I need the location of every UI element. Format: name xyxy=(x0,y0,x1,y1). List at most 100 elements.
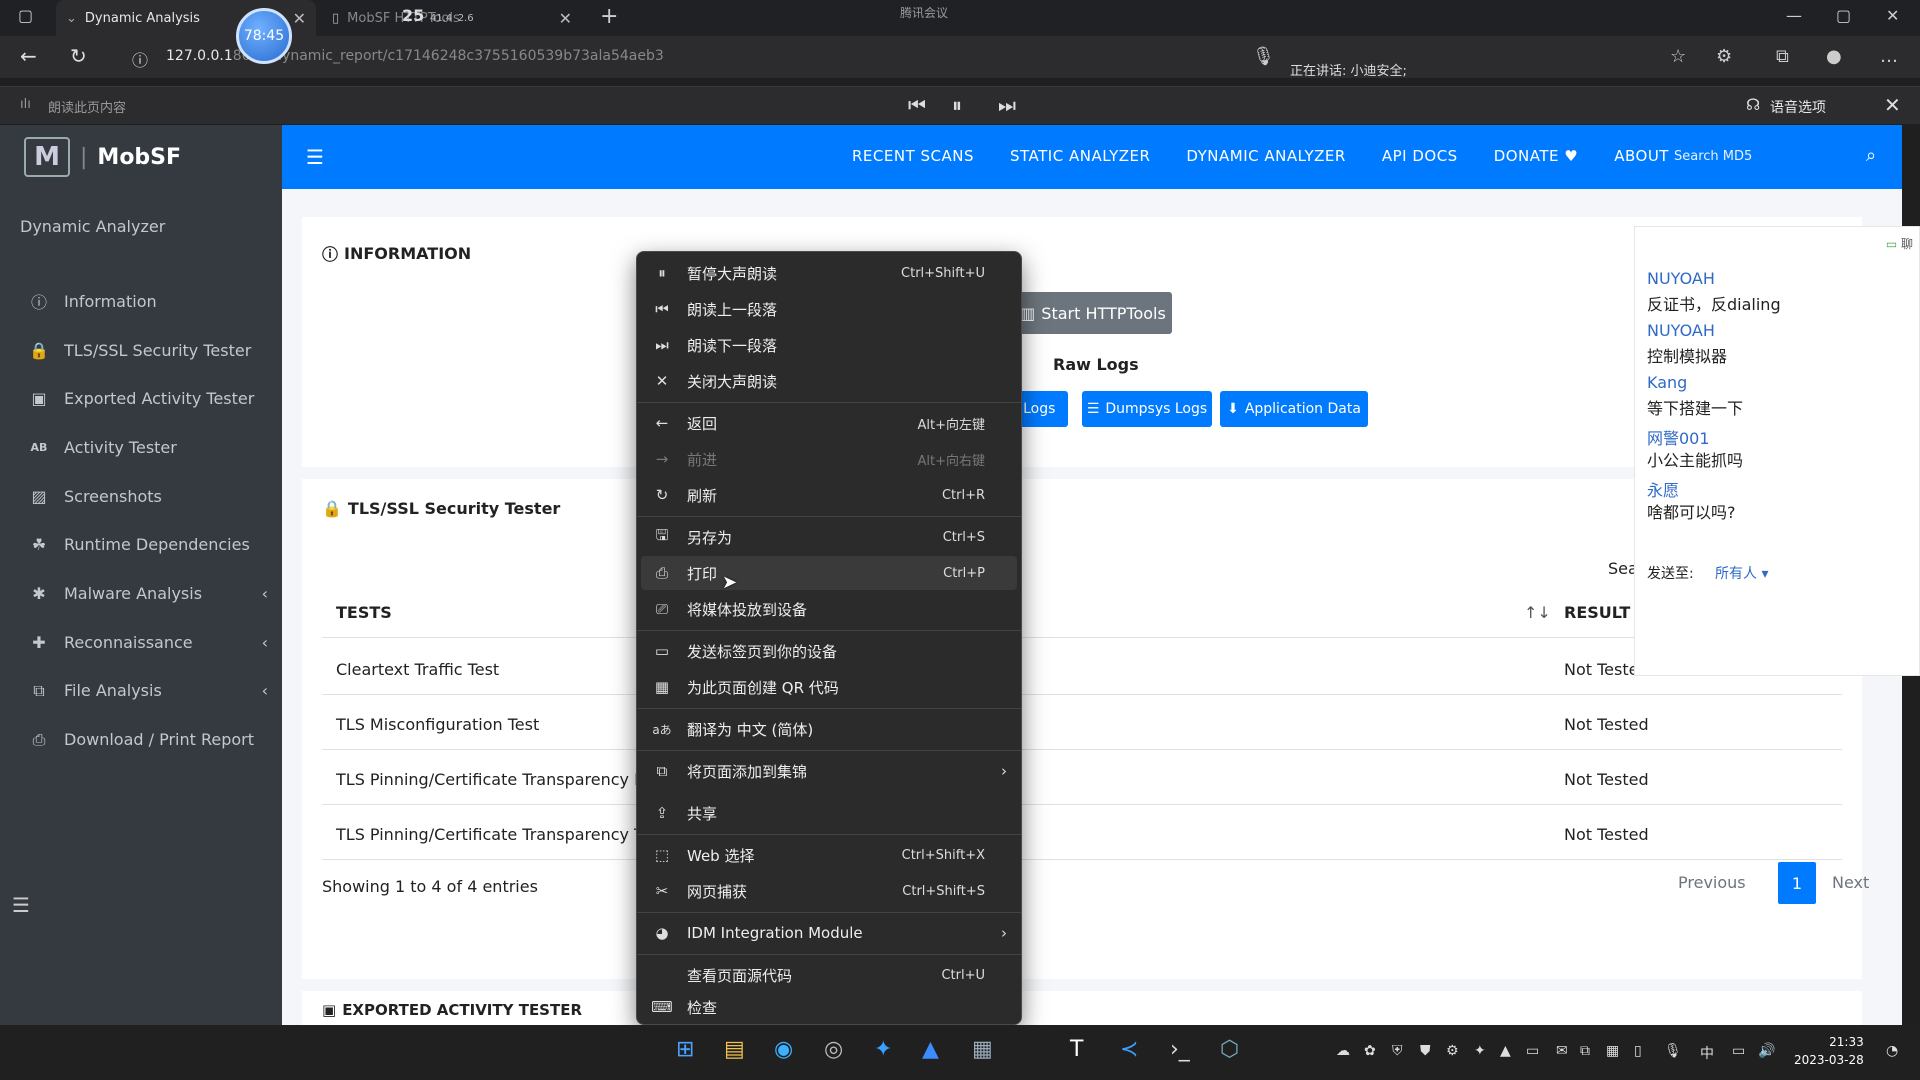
sort-arrow-icon[interactable]: ↑↓ xyxy=(1524,603,1551,622)
back-arrow-icon[interactable]: ← xyxy=(20,44,37,68)
vscode-icon[interactable]: ≺ xyxy=(1120,1037,1138,1062)
pagination-current-page[interactable]: 1 xyxy=(1778,862,1816,904)
hamburger-menu-icon[interactable]: ☰ xyxy=(306,145,324,169)
menu-item-view-source[interactable]: 查看页面源代码 Ctrl+U xyxy=(641,958,1017,992)
tray-window-icon[interactable]: ⧉ xyxy=(1580,1043,1590,1059)
window-close-icon[interactable]: ✕ xyxy=(1886,6,1899,25)
menu-item-send-tab[interactable]: ▭ 发送标签页到你的设备 xyxy=(641,634,1017,668)
extensions-icon[interactable]: ⚙ xyxy=(1716,46,1732,67)
menu-item-add-to-collection[interactable]: ⧉ 将页面添加到集锦 › xyxy=(641,754,1017,788)
tab-actions-icon[interactable]: ▢ xyxy=(18,6,33,25)
pagination-next[interactable]: Next xyxy=(1832,873,1869,892)
minimize-icon[interactable]: — xyxy=(1786,6,1802,25)
start-httptools-button[interactable]: ▥ Start HTTPTools xyxy=(1014,292,1172,334)
sidebar-item-reconnaissance[interactable]: ✚ Reconnaissance ‹ xyxy=(28,618,268,667)
menu-item-inspect[interactable]: ⌨ 检查 xyxy=(641,990,1017,1024)
nav-about[interactable]: ABOUT xyxy=(1614,147,1669,165)
sidebar-item-runtime-dependencies[interactable]: ☘ Runtime Dependencies xyxy=(28,520,268,569)
nav-static-analyzer[interactable]: STATIC ANALYZER xyxy=(1010,147,1150,165)
tray-shield-icon[interactable]: ⛨ xyxy=(1392,1043,1403,1059)
menu-item-print[interactable]: ⎙ 打印 Ctrl+P xyxy=(641,556,1017,590)
typora-icon[interactable]: T xyxy=(1070,1037,1083,1062)
pagination-previous[interactable]: Previous xyxy=(1678,873,1746,892)
tray-cloud-icon[interactable]: ☁ xyxy=(1336,1043,1350,1059)
column-header-tests[interactable]: TESTS xyxy=(336,603,392,622)
sidebar-item-exported-activity[interactable]: ▣ Exported Activity Tester xyxy=(28,374,268,423)
collections-icon[interactable]: ⧉ xyxy=(1776,46,1789,67)
tray-phone-icon[interactable]: ▯ xyxy=(1634,1043,1642,1059)
menu-item-pause-read-aloud[interactable]: ⏸ 暂停大声朗读 Ctrl+Shift+U xyxy=(641,256,1017,290)
calculator-icon[interactable]: ▦ xyxy=(972,1037,993,1062)
system-clock[interactable]: 21:33 2023-03-28 xyxy=(1794,1033,1864,1069)
tray-monitor-icon[interactable]: ▭ xyxy=(1526,1043,1539,1059)
close-read-aloud-icon[interactable]: ✕ xyxy=(1884,93,1901,117)
dumpsys-logs-button[interactable]: ☰ Dumpsys Logs xyxy=(1082,391,1212,427)
nav-dynamic-analyzer[interactable]: DYNAMIC ANALYZER xyxy=(1186,147,1345,165)
sidebar-item-activity-tester[interactable]: AB Activity Tester xyxy=(28,423,268,472)
menu-item-read-next[interactable]: ⏭ 朗读下一段落 xyxy=(641,328,1017,362)
more-icon[interactable]: … xyxy=(1880,46,1898,67)
sidebar-item-information[interactable]: ⓘ Information xyxy=(28,277,268,326)
menu-item-back[interactable]: ← 返回 Alt+向左键 xyxy=(641,406,1017,440)
list-toggle-icon[interactable]: ☰ xyxy=(12,893,30,917)
menu-item-cast-media[interactable]: ⎚ 将媒体投放到设备 xyxy=(641,592,1017,626)
tray-chat-icon[interactable]: ✉ xyxy=(1556,1043,1568,1059)
menu-item-close-read-aloud[interactable]: ✕ 关闭大声朗读 xyxy=(641,364,1017,398)
reload-icon[interactable]: ↻ xyxy=(70,44,87,68)
sidebar-item-malware-analysis[interactable]: ✱ Malware Analysis ‹ xyxy=(28,569,268,618)
menu-item-qr-code[interactable]: ▦ 为此页面创建 QR 代码 xyxy=(641,670,1017,704)
sidebar-item-download-report[interactable]: ⎙ Download / Print Report xyxy=(28,715,268,764)
sidebar-item-screenshots[interactable]: ▨ Screenshots xyxy=(28,472,268,521)
sidebar-item-file-analysis[interactable]: ⧉ File Analysis ‹ xyxy=(28,667,268,716)
site-info-icon[interactable]: ⓘ xyxy=(132,47,148,71)
sidebar-item-tls-ssl[interactable]: 🔒 TLS/SSL Security Tester xyxy=(28,326,268,375)
edge-browser-icon[interactable]: ◉ xyxy=(774,1037,793,1062)
chat-header[interactable]: ▭ 聊 xyxy=(1886,235,1913,252)
pin-app-icon[interactable]: ✦ xyxy=(874,1037,892,1062)
tray-security-icon[interactable]: ⛊ xyxy=(1420,1043,1431,1059)
terminal-icon[interactable]: ›_ xyxy=(1170,1037,1190,1062)
file-explorer-icon[interactable]: ▤ xyxy=(724,1037,745,1062)
tray-meeting-icon[interactable]: ▲ xyxy=(1500,1043,1511,1059)
next-paragraph-icon[interactable]: ⏭ xyxy=(998,93,1016,117)
send-to-dropdown[interactable]: 所有人 ▾ xyxy=(1715,563,1768,583)
tray-gear-icon[interactable]: ⚙ xyxy=(1446,1043,1459,1059)
close-icon[interactable]: ✕ xyxy=(559,9,572,28)
pause-icon[interactable]: ⏸ xyxy=(952,93,962,117)
new-tab-icon[interactable]: + xyxy=(600,4,618,29)
menu-item-idm-integration[interactable]: ◕ IDM Integration Module › xyxy=(641,916,1017,950)
start-menu-icon[interactable]: ⊞ xyxy=(676,1037,694,1062)
nav-donate[interactable]: DONATE ♥ xyxy=(1494,147,1579,165)
favorites-icon[interactable]: ☆ xyxy=(1670,46,1686,67)
tray-app-grid-icon[interactable]: ▦ xyxy=(1606,1043,1619,1059)
menu-item-share[interactable]: ⇪ 共享 xyxy=(641,796,1017,830)
shield-app-icon[interactable]: ⬡ xyxy=(1220,1037,1239,1062)
menu-item-refresh[interactable]: ↻ 刷新 Ctrl+R xyxy=(641,478,1017,512)
menu-item-save-as[interactable]: 🖫 另存为 Ctrl+S xyxy=(641,520,1017,554)
menu-item-read-previous[interactable]: ⏮ 朗读上一段落 xyxy=(641,292,1017,326)
volume-icon[interactable]: 🔊 xyxy=(1758,1043,1775,1059)
brand[interactable]: M | MobSF xyxy=(24,137,181,177)
search-input[interactable]: Search MD5 xyxy=(1674,149,1752,164)
menu-item-web-select[interactable]: ⬚ Web 选择 Ctrl+Shift+X xyxy=(641,838,1017,872)
chrome-browser-icon[interactable]: ◎ xyxy=(824,1037,843,1062)
column-header-result[interactable]: RESULT xyxy=(1564,603,1630,622)
voice-options-button[interactable]: 语音选项 xyxy=(1770,97,1826,117)
application-data-button[interactable]: ⬇ Application Data xyxy=(1220,391,1368,427)
network-icon[interactable]: ▭ xyxy=(1732,1043,1745,1059)
previous-paragraph-icon[interactable]: ⏮ xyxy=(908,93,926,117)
nav-recent-scans[interactable]: RECENT SCANS xyxy=(852,147,974,165)
nav-api-docs[interactable]: API DOCS xyxy=(1382,147,1458,165)
notification-icon[interactable]: ◔ xyxy=(1886,1043,1898,1059)
search-icon[interactable]: ⌕ xyxy=(1866,145,1876,166)
tray-pin-icon[interactable]: ✦ xyxy=(1474,1043,1486,1059)
tray-settings-icon[interactable]: ✿ xyxy=(1364,1043,1376,1059)
maximize-icon[interactable]: ▢ xyxy=(1836,6,1851,25)
profile-avatar-icon[interactable]: ● xyxy=(1826,46,1842,67)
menu-item-web-capture[interactable]: ✂ 网页捕获 Ctrl+Shift+S xyxy=(641,874,1017,908)
close-icon[interactable]: ✕ xyxy=(293,9,306,28)
ime-indicator[interactable]: 中 xyxy=(1700,1043,1714,1063)
tray-mic-icon[interactable]: 🎙 xyxy=(1664,1043,1682,1059)
meeting-app-icon[interactable]: ▲ xyxy=(922,1037,939,1062)
menu-item-translate[interactable]: aあ 翻译为 中文 (简体) xyxy=(641,712,1017,746)
